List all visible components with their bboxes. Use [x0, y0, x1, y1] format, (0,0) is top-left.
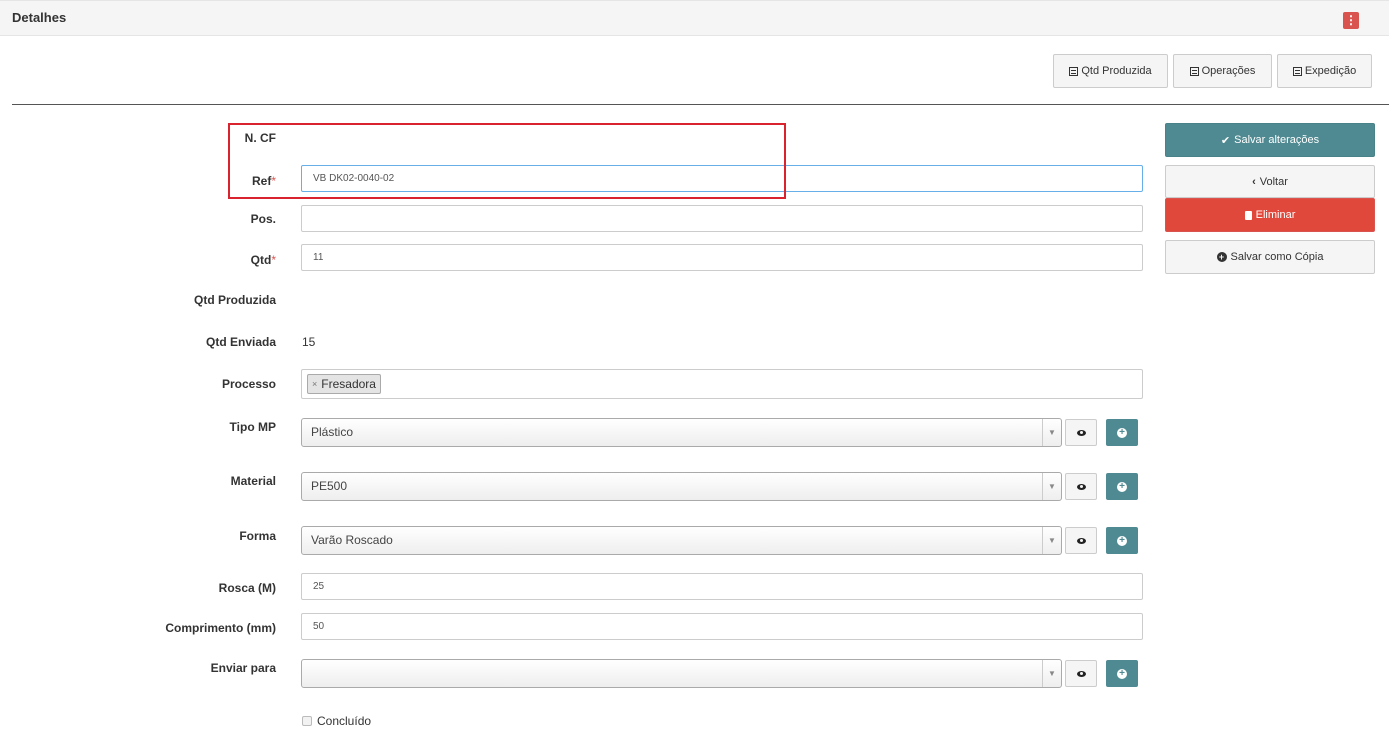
chevron-left-icon: ‹: [1252, 175, 1256, 188]
eye-icon: [1076, 429, 1086, 436]
save-copy-button-label: Salvar como Cópia: [1230, 251, 1324, 263]
remove-tag-icon[interactable]: ×: [312, 375, 317, 394]
tipo-mp-label: Tipo MP: [229, 420, 276, 434]
forma-select[interactable]: Varão Roscado ▼: [301, 526, 1062, 555]
save-copy-button[interactable]: + Salvar como Cópia: [1165, 240, 1375, 274]
material-select[interactable]: PE500 ▼: [301, 472, 1062, 501]
eye-icon: [1076, 537, 1086, 544]
check-icon: ✔: [1220, 134, 1231, 147]
comprimento-label: Comprimento (mm): [165, 621, 276, 635]
plus-circle-icon: +: [1117, 535, 1127, 546]
enviar-para-view-button[interactable]: [1065, 660, 1097, 687]
eye-icon: [1076, 670, 1086, 677]
qtd-label-text: Qtd: [250, 253, 272, 267]
back-button-label: Voltar: [1259, 175, 1288, 188]
material-label: Material: [230, 474, 276, 488]
save-button-label: Salvar alterações: [1234, 134, 1320, 146]
qtd-enviada-label: Qtd Enviada: [205, 335, 276, 349]
tipo-mp-add-button[interactable]: +: [1106, 419, 1138, 446]
plus-circle-icon: +: [1117, 481, 1127, 492]
plus-circle-icon: +: [1117, 427, 1127, 438]
forma-value: Varão Roscado: [311, 533, 393, 547]
qtd-input[interactable]: 11: [301, 244, 1143, 271]
highlight-annotation: [228, 123, 786, 199]
chevron-down-icon: ▼: [1042, 660, 1061, 687]
material-value: PE500: [311, 479, 348, 493]
save-button[interactable]: ✔ Salvar alterações: [1165, 123, 1375, 157]
enviar-para-select[interactable]: ▼: [301, 659, 1062, 688]
enviar-para-add-button[interactable]: +: [1106, 660, 1138, 687]
qtd-produzida-button[interactable]: Qtd Produzida: [1053, 54, 1168, 88]
forma-label: Forma: [239, 529, 276, 543]
panel-header: [0, 0, 1389, 36]
qtd-label: Qtd*: [76, 253, 276, 267]
processo-tag-input[interactable]: × Fresadora: [301, 369, 1143, 399]
list-icon: [1069, 66, 1079, 76]
material-view-button[interactable]: [1065, 473, 1097, 500]
plus-circle-icon: +: [1216, 252, 1227, 262]
trash-icon: [1244, 210, 1252, 220]
expedicao-button-label: Expedição: [1304, 65, 1357, 77]
operacoes-button[interactable]: Operações: [1173, 54, 1272, 88]
chevron-down-icon: ▼: [1042, 527, 1061, 554]
pos-label: Pos.: [250, 212, 276, 226]
back-button[interactable]: ‹ Voltar: [1165, 165, 1375, 198]
tipo-mp-select[interactable]: Plástico ▼: [301, 418, 1062, 447]
rosca-input[interactable]: 25: [301, 573, 1143, 600]
qtd-produzida-button-label: Qtd Produzida: [1081, 65, 1152, 77]
enviar-para-label: Enviar para: [210, 661, 276, 675]
panel-menu-button[interactable]: ⋮: [1343, 12, 1359, 29]
delete-button[interactable]: Eliminar: [1165, 198, 1375, 232]
forma-view-button[interactable]: [1065, 527, 1097, 554]
processo-tag: × Fresadora: [307, 374, 381, 394]
required-marker: *: [271, 253, 276, 267]
comprimento-input[interactable]: 50: [301, 613, 1143, 640]
divider: [12, 104, 1389, 105]
qtd-enviada-value: 15: [302, 335, 316, 349]
concluido-label: Concluído: [317, 714, 372, 728]
concluido-checkbox[interactable]: [302, 716, 312, 726]
tipo-mp-view-button[interactable]: [1065, 419, 1097, 446]
list-icon: [1189, 66, 1199, 76]
operacoes-button-label: Operações: [1201, 65, 1256, 77]
expedicao-button[interactable]: Expedição: [1277, 54, 1372, 88]
rosca-label: Rosca (M): [218, 581, 276, 595]
panel-title: Detalhes: [12, 10, 67, 25]
processo-label: Processo: [221, 377, 276, 391]
tipo-mp-value: Plástico: [311, 425, 354, 439]
eye-icon: [1076, 483, 1086, 490]
forma-add-button[interactable]: +: [1106, 527, 1138, 554]
chevron-down-icon: ▼: [1042, 473, 1061, 500]
material-add-button[interactable]: +: [1106, 473, 1138, 500]
delete-button-label: Eliminar: [1255, 209, 1296, 221]
processo-tag-label: Fresadora: [321, 376, 376, 391]
chevron-down-icon: ▼: [1042, 419, 1061, 446]
list-icon: [1292, 66, 1302, 76]
qtd-produzida-label: Qtd Produzida: [194, 293, 276, 307]
pos-input[interactable]: [301, 205, 1143, 232]
plus-circle-icon: +: [1117, 668, 1127, 679]
